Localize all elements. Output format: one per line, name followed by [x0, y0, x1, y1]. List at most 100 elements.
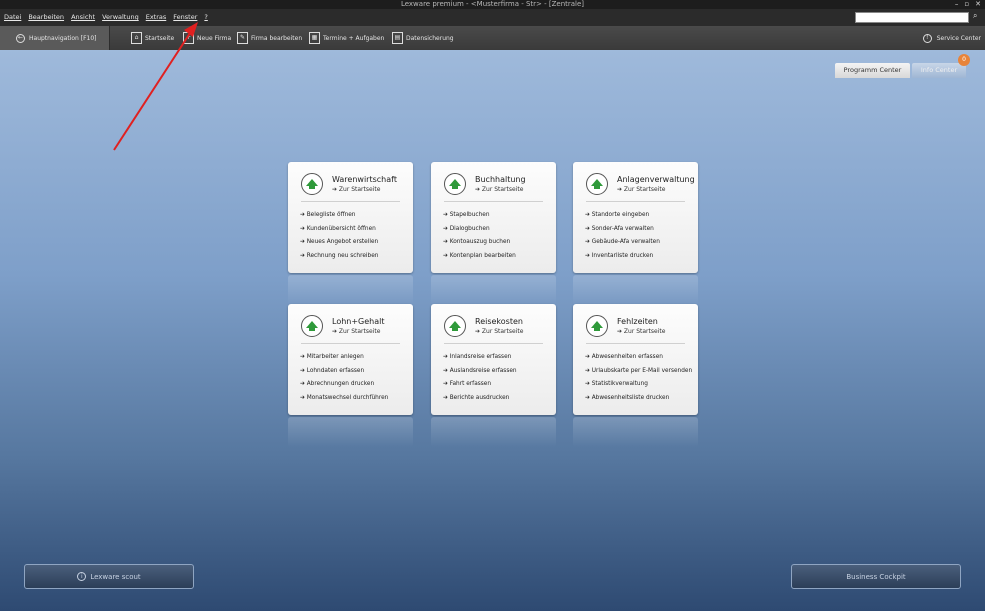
card-link[interactable]: ➔ Lohndaten erfassen	[300, 368, 388, 375]
menu-extras[interactable]: Extras	[146, 9, 167, 26]
home-arrow-icon[interactable]	[586, 315, 608, 337]
search-input[interactable]	[855, 12, 969, 23]
card-reflection	[288, 417, 413, 447]
menu-bearbeiten[interactable]: Bearbeiten	[28, 9, 64, 26]
card-startpage-link[interactable]: ➔ Zur Startseite	[332, 328, 380, 335]
card-link[interactable]: ➔ Gebäude-Afa verwalten	[585, 239, 660, 246]
card-startpage-link[interactable]: ➔ Zur Startseite	[475, 186, 523, 193]
edit-company-button[interactable]: ✎ Firma bearbeiten	[237, 26, 302, 50]
business-cockpit-button[interactable]: Business Cockpit	[791, 564, 961, 589]
business-cockpit-label: Business Cockpit	[846, 572, 906, 581]
home-label: Startseite	[145, 34, 175, 42]
card-link[interactable]: ➔ Kundenübersicht öffnen	[300, 226, 378, 233]
card-reflection	[573, 417, 698, 447]
home-button[interactable]: ⌂ Startseite	[131, 26, 174, 50]
backup-label: Datensicherung	[406, 34, 454, 42]
card-title[interactable]: Buchhaltung	[475, 175, 526, 184]
home-arrow-icon[interactable]	[444, 315, 466, 337]
navigation-icon: ←	[16, 33, 25, 43]
divider	[301, 201, 400, 202]
card-link[interactable]: ➔ Kontenplan bearbeiten	[443, 253, 516, 260]
card-startpage-link[interactable]: ➔ Zur Startseite	[475, 328, 523, 335]
divider	[586, 201, 685, 202]
window-title: Lexware premium - <Musterfirma - Str> - …	[400, 0, 585, 8]
card-startpage-link[interactable]: ➔ Zur Startseite	[617, 186, 665, 193]
card-reflection	[288, 275, 413, 305]
lexware-scout-button[interactable]: i Lexware scout	[24, 564, 194, 589]
card-link[interactable]: ➔ Dialogbuchen	[443, 226, 516, 233]
card-link[interactable]: ➔ Belegliste öffnen	[300, 212, 378, 219]
home-arrow-icon[interactable]	[444, 173, 466, 195]
minimize-button[interactable]: –	[955, 0, 959, 9]
card-title[interactable]: Reisekosten	[475, 317, 523, 326]
new-company-label: Neue Firma	[197, 34, 232, 42]
card-link[interactable]: ➔ Auslandsreise erfassen	[443, 368, 517, 375]
card-startpage-link[interactable]: ➔ Zur Startseite	[332, 186, 380, 193]
menu-fenster[interactable]: Fenster	[173, 9, 197, 26]
menu-verwaltung[interactable]: Verwaltung	[102, 9, 139, 26]
menu-bar: Datei Bearbeiten Ansicht Verwaltung Extr…	[0, 9, 985, 26]
title-bar: Lexware premium - <Musterfirma - Str> - …	[0, 0, 985, 9]
divider	[444, 201, 543, 202]
home-arrow-icon[interactable]	[301, 315, 323, 337]
main-navigation-label: Hauptnavigation [F10]	[29, 34, 97, 42]
main-navigation-button[interactable]: ← Hauptnavigation [F10]	[0, 26, 110, 50]
card-link[interactable]: ➔ Abrechnungen drucken	[300, 381, 388, 388]
card-link[interactable]: ➔ Stapelbuchen	[443, 212, 516, 219]
tab-info-center-label: Info Center	[920, 66, 958, 74]
card-reflection	[431, 417, 556, 447]
card-link[interactable]: ➔ Neues Angebot erstellen	[300, 239, 378, 246]
card-title[interactable]: Lohn+Gehalt	[332, 317, 385, 326]
card-fehlzeiten: Fehlzeiten ➔ Zur Startseite ➔ Abwesenhei…	[573, 304, 698, 415]
calendar-icon: ▦	[309, 32, 320, 44]
card-link[interactable]: ➔ Rechnung neu schreiben	[300, 253, 378, 260]
info-badge: 0	[958, 54, 970, 66]
card-link[interactable]: ➔ Monatswechsel durchführen	[300, 395, 388, 402]
close-button[interactable]: ✕	[975, 0, 981, 9]
card-link[interactable]: ➔ Sonder-Afa verwalten	[585, 226, 660, 233]
card-link[interactable]: ➔ Urlaubskarte per E-Mail versenden	[585, 368, 692, 375]
menu-help[interactable]: ?	[204, 9, 207, 26]
card-link[interactable]: ➔ Statistikverwaltung	[585, 381, 692, 388]
card-title[interactable]: Warenwirtschaft	[332, 175, 397, 184]
card-link[interactable]: ➔ Inventarliste drucken	[585, 253, 660, 260]
card-title[interactable]: Fehlzeiten	[617, 317, 658, 326]
card-lohn-gehalt: Lohn+Gehalt ➔ Zur Startseite ➔ Mitarbeit…	[288, 304, 413, 415]
card-link[interactable]: ➔ Abwesenheiten erfassen	[585, 354, 692, 361]
card-warenwirtschaft: Warenwirtschaft ➔ Zur Startseite ➔ Beleg…	[288, 162, 413, 273]
tab-programm-center[interactable]: Programm Center	[835, 63, 910, 78]
menu-ansicht[interactable]: Ansicht	[71, 9, 95, 26]
card-startpage-link[interactable]: ➔ Zur Startseite	[617, 328, 665, 335]
maximize-button[interactable]: ▫	[964, 0, 969, 9]
home-arrow-icon[interactable]	[301, 173, 323, 195]
card-link[interactable]: ➔ Berichte ausdrucken	[443, 395, 517, 402]
card-link[interactable]: ➔ Fahrt erfassen	[443, 381, 517, 388]
tab-info-center[interactable]: Info Center 0	[912, 54, 970, 78]
lexware-scout-label: Lexware scout	[90, 572, 141, 581]
card-link[interactable]: ➔ Abwesenheitsliste drucken	[585, 395, 692, 402]
edit-company-label: Firma bearbeiten	[251, 34, 303, 42]
card-link[interactable]: ➔ Kontoauszug buchen	[443, 239, 516, 246]
card-buchhaltung: Buchhaltung ➔ Zur Startseite ➔ Stapelbuc…	[431, 162, 556, 273]
home-arrow-icon[interactable]	[586, 173, 608, 195]
new-company-button[interactable]: + Neue Firma	[183, 26, 231, 50]
card-link[interactable]: ➔ Inlandsreise erfassen	[443, 354, 517, 361]
appointments-button[interactable]: ▦ Termine + Aufgaben	[309, 26, 384, 50]
divider	[301, 343, 400, 344]
divider	[444, 343, 543, 344]
service-center-button[interactable]: ! Service Center	[922, 26, 981, 50]
search-icon[interactable]: ⌕	[973, 11, 983, 23]
card-reflection	[573, 275, 698, 305]
backup-button[interactable]: ▤ Datensicherung	[392, 26, 454, 50]
home-icon: ⌂	[131, 32, 142, 44]
card-reisekosten: Reisekosten ➔ Zur Startseite ➔ Inlandsre…	[431, 304, 556, 415]
backup-icon: ▤	[392, 32, 403, 44]
card-title[interactable]: Anlagenverwaltung	[617, 175, 695, 184]
appointments-label: Termine + Aufgaben	[323, 34, 385, 42]
card-reflection	[431, 275, 556, 305]
lightbulb-icon: !	[922, 33, 932, 43]
menu-datei[interactable]: Datei	[4, 9, 21, 26]
card-link[interactable]: ➔ Mitarbeiter anlegen	[300, 354, 388, 361]
window-controls: – ▫ ✕	[955, 0, 981, 9]
card-link[interactable]: ➔ Standorte eingeben	[585, 212, 660, 219]
